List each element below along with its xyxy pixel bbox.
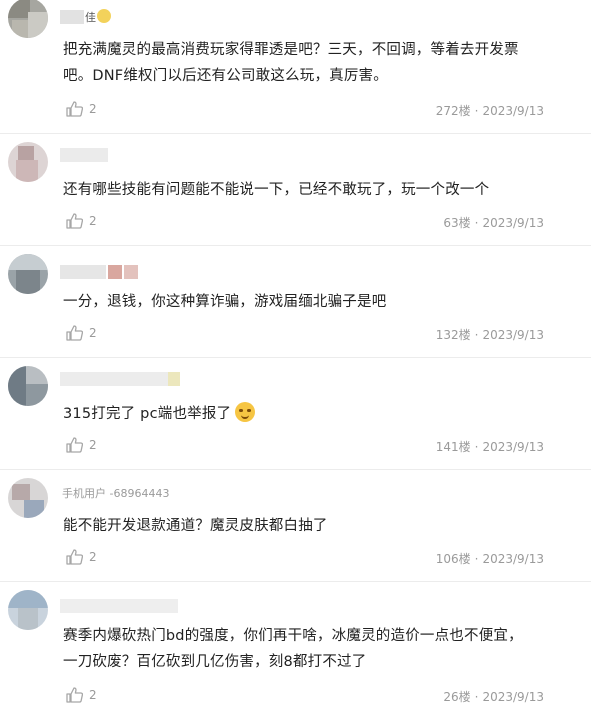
comment-date: 2023/9/13: [482, 328, 544, 342]
floor-number: 141楼: [435, 440, 471, 454]
comment-line: 还有哪些技能有问题能不能说一下，已经不敢玩了，玩一个改一个: [63, 182, 490, 198]
divider: [0, 469, 591, 470]
thumbs-up-icon: [66, 549, 83, 565]
comment-line: 吧。DNF维权门以后还有公司敢这么玩，真厉害。: [63, 68, 388, 84]
username-text: 手机用户 -68964443: [62, 487, 170, 500]
thumbs-up-icon: [66, 325, 83, 341]
like-button[interactable]: 2: [66, 325, 97, 341]
like-button[interactable]: 2: [66, 437, 97, 453]
emoji-badge: [97, 9, 111, 23]
comment-meta: 272楼 · 2023/9/13: [435, 104, 544, 118]
avatar[interactable]: [8, 478, 48, 518]
comment-line: 赛季内爆砍热门bd的强度，你们再干啥，冰魔灵的造价一点也不便宜，: [63, 628, 523, 644]
floor-number: 106楼: [435, 552, 471, 566]
comment-date: 2023/9/13: [482, 104, 544, 118]
comment-meta: 63楼 · 2023/9/13: [443, 216, 544, 230]
like-button[interactable]: 2: [66, 687, 97, 703]
comment-text: 把充满魔灵的最高消费玩家得罪透是吧？三天，不回调，等着去开发票 吧。DNF维权门…: [63, 37, 578, 89]
comment-meta: 132楼 · 2023/9/13: [435, 328, 544, 342]
avatar[interactable]: [8, 366, 48, 406]
floor-number: 63楼: [443, 216, 471, 230]
username[interactable]: [60, 372, 180, 386]
username[interactable]: [60, 599, 180, 613]
floor-number: 26楼: [443, 690, 471, 704]
divider: [0, 245, 591, 246]
thumbs-up-icon: [66, 437, 83, 453]
like-button[interactable]: 2: [66, 549, 97, 565]
divider: [0, 357, 591, 358]
thumbs-up-icon: [66, 687, 83, 703]
comment-text: 能不能开发退款通道？魔灵皮肤都白抽了: [63, 513, 578, 539]
avatar[interactable]: [8, 142, 48, 182]
comment-date: 2023/9/13: [482, 552, 544, 566]
thumbs-up-icon: [66, 213, 83, 229]
avatar[interactable]: [8, 0, 48, 38]
username[interactable]: [60, 148, 108, 162]
username-text: 佳: [85, 11, 96, 24]
username[interactable]: 手机用户 -68964443: [60, 487, 190, 501]
comment-line: 315打完了 pc端也举报了: [63, 401, 578, 427]
comment-date: 2023/9/13: [482, 440, 544, 454]
comment-text: 一分，退钱，你这种算诈骗，游戏届缅北骗子是吧: [63, 289, 578, 315]
floor-number: 132楼: [435, 328, 471, 342]
comment-line: 能不能开发退款通道？魔灵皮肤都白抽了: [63, 518, 328, 534]
comment-text: 315打完了 pc端也举报了: [63, 401, 578, 427]
like-button[interactable]: 2: [66, 101, 97, 117]
comment-text: 赛季内爆砍热门bd的强度，你们再干啥，冰魔灵的造价一点也不便宜， 一刀砍废？百亿…: [63, 623, 578, 675]
comment-meta: 26楼 · 2023/9/13: [443, 690, 544, 704]
comment-date: 2023/9/13: [482, 690, 544, 704]
thumbs-up-icon: [66, 101, 83, 117]
comment-line-text: 315打完了 pc端也举报了: [63, 406, 232, 422]
like-count: 2: [89, 326, 97, 340]
comment-meta: 141楼 · 2023/9/13: [435, 440, 544, 454]
like-button[interactable]: 2: [66, 213, 97, 229]
comment-date: 2023/9/13: [482, 216, 544, 230]
comment-text: 还有哪些技能有问题能不能说一下，已经不敢玩了，玩一个改一个: [63, 177, 578, 203]
like-count: 2: [89, 102, 97, 116]
divider: [0, 133, 591, 134]
like-count: 2: [89, 550, 97, 564]
floor-number: 272楼: [435, 104, 471, 118]
smirking-face-emoji: [235, 402, 256, 422]
comment-line: 一刀砍废？百亿砍到几亿伤害，刻8都打不过了: [63, 654, 367, 670]
username[interactable]: [60, 265, 152, 279]
comment-meta: 106楼 · 2023/9/13: [435, 552, 544, 566]
like-count: 2: [89, 688, 97, 702]
like-count: 2: [89, 214, 97, 228]
avatar[interactable]: [8, 590, 48, 630]
avatar[interactable]: [8, 254, 48, 294]
username[interactable]: 佳: [60, 9, 120, 24]
comment-line: 一分，退钱，你这种算诈骗，游戏届缅北骗子是吧: [63, 294, 387, 310]
comment-line: 把充满魔灵的最高消费玩家得罪透是吧？三天，不回调，等着去开发票: [63, 42, 519, 58]
like-count: 2: [89, 438, 97, 452]
divider: [0, 581, 591, 582]
